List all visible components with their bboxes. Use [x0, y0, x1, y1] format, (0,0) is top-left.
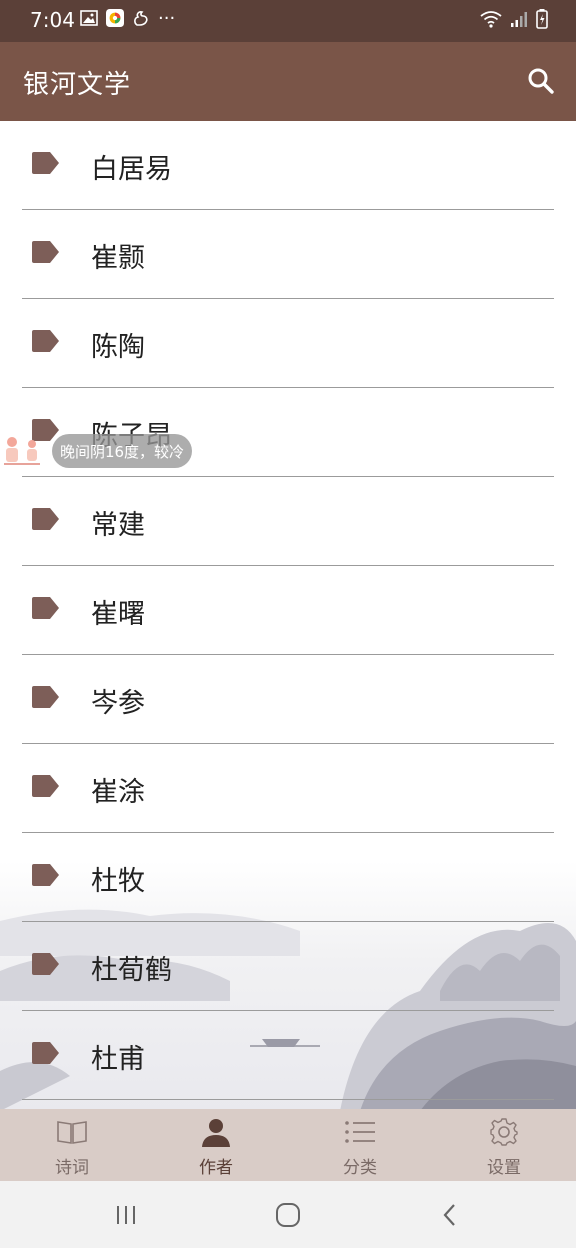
tag-icon	[32, 330, 59, 352]
author-name: 崔涂	[91, 777, 145, 808]
author-name: 杜荀鹤	[91, 955, 172, 986]
status-bar: 7:04 ···	[0, 0, 576, 42]
tag-icon	[32, 953, 59, 975]
battery-icon	[536, 9, 548, 33]
tag-icon	[32, 241, 59, 263]
author-list-item[interactable]: 崔颢	[0, 210, 576, 299]
author-name: 杜牧	[91, 866, 145, 897]
author-name: 岑参	[91, 688, 145, 719]
image-icon	[80, 9, 98, 27]
app-bar: 银河文学	[0, 42, 576, 121]
status-time: 7:04	[30, 8, 75, 32]
author-list-item[interactable]: 杜牧	[0, 833, 576, 922]
author-list-item[interactable]: 杜甫	[0, 1011, 576, 1100]
tag-icon	[32, 508, 59, 530]
bottom-nav: 诗词 作者 分类 设置	[0, 1109, 576, 1181]
tag-icon	[32, 686, 59, 708]
author-name: 常建	[91, 510, 145, 541]
author-list-item[interactable]: 白居易	[0, 121, 576, 210]
nav-label: 诗词	[55, 1158, 89, 1178]
author-list-item[interactable]: 岑参	[0, 655, 576, 744]
author-list-item[interactable]: 崔涂	[0, 744, 576, 833]
gear-icon	[488, 1117, 520, 1147]
tag-icon	[32, 597, 59, 619]
app-icon	[106, 9, 124, 27]
nav-item-settings[interactable]: 设置	[432, 1109, 576, 1181]
wifi-icon	[480, 10, 502, 32]
tag-icon	[32, 864, 59, 886]
more-icon: ···	[158, 7, 176, 29]
status-left-icons: ···	[80, 7, 176, 29]
divider	[22, 1099, 554, 1100]
back-icon[interactable]	[430, 1199, 470, 1231]
author-name: 崔曙	[91, 599, 145, 630]
person-icon	[200, 1117, 232, 1147]
author-list[interactable]: 白居易崔颢陈陶陈子昂常建崔曙岑参崔涂杜牧杜荀鹤杜甫	[0, 121, 576, 1109]
recent-apps-icon[interactable]	[106, 1199, 146, 1231]
search-icon[interactable]	[524, 64, 558, 98]
author-list-item[interactable]: 常建	[0, 477, 576, 566]
author-name: 白居易	[91, 154, 172, 185]
weather-toast: 晚间阴16度，较冷	[52, 434, 192, 468]
app-title: 银河文学	[23, 70, 132, 100]
author-list-item[interactable]: 杜荀鹤	[0, 922, 576, 1011]
weather-mascot-icon	[4, 437, 40, 465]
signal-icon	[510, 10, 528, 32]
nav-label: 作者	[199, 1158, 233, 1178]
author-name: 陈陶	[91, 332, 145, 363]
nav-item-categories[interactable]: 分类	[288, 1109, 432, 1181]
book-icon	[56, 1117, 88, 1147]
author-name: 杜甫	[91, 1044, 145, 1075]
tag-icon	[32, 1042, 59, 1064]
nav-label: 设置	[487, 1158, 521, 1178]
squirrel-icon	[132, 9, 150, 27]
system-nav-bar	[0, 1181, 576, 1248]
list-icon	[344, 1117, 376, 1147]
nav-item-poems[interactable]: 诗词	[0, 1109, 144, 1181]
author-list-item[interactable]: 崔曙	[0, 566, 576, 655]
status-right-icons	[480, 9, 548, 33]
nav-item-authors[interactable]: 作者	[144, 1109, 288, 1181]
tag-icon	[32, 152, 59, 174]
author-name: 崔颢	[91, 243, 145, 274]
nav-label: 分类	[343, 1158, 377, 1178]
tag-icon	[32, 775, 59, 797]
home-icon[interactable]	[268, 1199, 308, 1231]
author-list-item[interactable]: 陈陶	[0, 299, 576, 388]
